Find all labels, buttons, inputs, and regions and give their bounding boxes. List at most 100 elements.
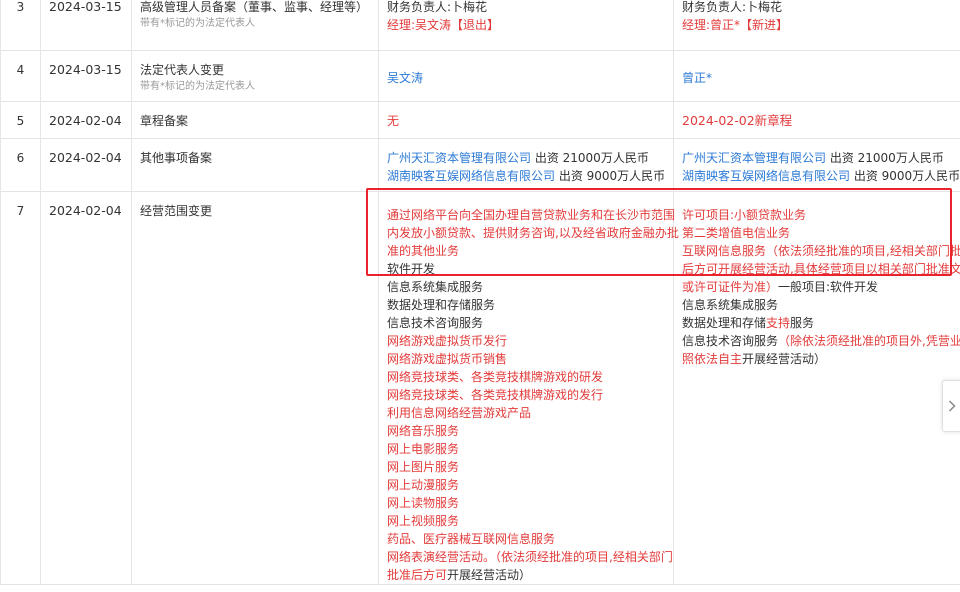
scope-line: 信息技术咨询服务: [387, 316, 484, 330]
row-number: 6: [0, 138, 41, 192]
scope-fragment: 信息技术咨询服务: [682, 334, 779, 348]
scope-line: 网络表演经营活动。（依法须经批准的项目,经相关部门: [387, 550, 673, 564]
change-date: 2024-03-15: [40, 0, 132, 51]
scope-line: 数据处理和存储支持服务: [682, 314, 952, 332]
company-link[interactable]: 湖南映客互娱网络信息有限公司: [682, 169, 850, 183]
scope-line: 网上图片服务: [387, 460, 460, 474]
scope-fragment: 支持: [766, 316, 791, 330]
scope-line: 准的其他业务: [387, 244, 460, 258]
investment-amount: 出资 9000万人民币: [555, 169, 666, 183]
next-page-button[interactable]: [942, 380, 960, 432]
scope-line: 网络音乐服务: [387, 424, 460, 438]
after-value: 2024-02-02新章程: [682, 113, 793, 128]
legal-rep-note: 带有*标记的为法定代表人: [140, 81, 255, 92]
change-date: 2024-03-15: [40, 50, 132, 102]
after-line: 经理:曾正*【新进】: [682, 18, 789, 32]
row-number: 5: [0, 101, 41, 139]
change-date: 2024-02-04: [40, 191, 132, 585]
scope-line: 后方可开展经营活动,具体经营项目以相关部门批准文件: [682, 262, 960, 276]
shareholder-entry: 广州天汇资本管理有限公司 出资 21000万人民币: [387, 149, 665, 167]
table-row: 3 2024-03-15 高级管理人员备案（董事、监事、经理等） 带有*标记的为…: [0, 0, 960, 51]
change-date: 2024-02-04: [40, 101, 132, 139]
before-change: 通过网络平台向全国办理自营贷款业务和在长沙市范围 内发放小额贷款、提供财务咨询,…: [378, 191, 679, 585]
after-change: 2024-02-02新章程: [673, 101, 960, 139]
scope-line: 利用信息网络经营游戏产品: [387, 406, 532, 420]
before-change: 财务负责人:卜梅花 经理:吴文涛【退出】: [378, 0, 674, 51]
investment-amount: 出资 21000万人民币: [826, 151, 944, 165]
person-link[interactable]: 吴文涛: [387, 69, 665, 87]
scope-line: 照依法自主开展经营活动）: [682, 350, 952, 368]
scope-line: 或许可证件为准）一般项目:软件开发: [682, 278, 952, 296]
change-item-title: 经营范围变更: [140, 204, 213, 218]
change-item-title: 法定代表人变更: [140, 63, 225, 77]
scope-line: 信息技术咨询服务（除依法须经批准的项目外,凭营业执: [682, 332, 960, 350]
row-number: 4: [0, 50, 41, 102]
before-value: 无: [387, 114, 400, 128]
scope-line: 信息系统集成服务: [682, 298, 779, 312]
table-row: 6 2024-02-04 其他事项备案 广州天汇资本管理有限公司 出资 2100…: [0, 138, 960, 192]
after-change: 广州天汇资本管理有限公司 出资 21000万人民币 湖南映客互娱网络信息有限公司…: [673, 138, 960, 192]
chevron-right-icon: [948, 400, 956, 412]
scope-line: 通过网络平台向全国办理自营贷款业务和在长沙市范围: [387, 208, 676, 222]
company-link[interactable]: 广州天汇资本管理有限公司: [387, 151, 531, 165]
scope-fragment: 数据处理和存储: [682, 316, 767, 330]
scope-line: 互联网信息服务（依法须经批准的项目,经相关部门批准: [682, 244, 960, 258]
scope-line: 网络竞技球类、各类竞技棋牌游戏的研发: [387, 370, 604, 384]
legal-rep-note: 带有*标记的为法定代表人: [140, 18, 255, 29]
before-change: 广州天汇资本管理有限公司 出资 21000万人民币 湖南映客互娱网络信息有限公司…: [378, 138, 674, 192]
scope-line: 网上电影服务: [387, 442, 460, 456]
company-link[interactable]: 广州天汇资本管理有限公司: [682, 151, 826, 165]
table-row: 4 2024-03-15 法定代表人变更 带有*标记的为法定代表人 吴文涛 曾正…: [0, 50, 960, 102]
scope-fragment: 一般项目:软件开发: [778, 280, 879, 294]
change-date: 2024-02-04: [40, 138, 132, 192]
scope-line: 网络游戏虚拟货币销售: [387, 352, 508, 366]
scope-line: 批准后方可开展经营活动）: [387, 566, 665, 584]
change-item: 法定代表人变更 带有*标记的为法定代表人: [131, 50, 379, 102]
shareholder-entry: 湖南映客互娱网络信息有限公司 出资 9000万人民币: [682, 167, 960, 185]
scope-fragment: （除依法须经批准的项目外,凭营业执: [778, 334, 960, 348]
before-line: 经理:吴文涛【退出】: [387, 18, 500, 32]
row-number: 7: [0, 191, 41, 585]
scope-line: 第二类增值电信业务: [682, 226, 791, 240]
scope-fragment: 开展经营活动）: [447, 568, 532, 582]
row-number: 3: [0, 0, 41, 51]
scope-line: 网上读物服务: [387, 496, 460, 510]
scope-line: 网络竞技球类、各类竞技棋牌游戏的发行: [387, 388, 604, 402]
change-item: 章程备案: [131, 101, 379, 139]
person-link[interactable]: 曾正*: [682, 69, 952, 87]
scope-line: 软件开发: [387, 262, 436, 276]
table-row: 5 2024-02-04 章程备案 无 2024-02-02新章程: [0, 101, 960, 139]
shareholder-entry: 湖南映客互娱网络信息有限公司 出资 9000万人民币: [387, 167, 665, 185]
investment-amount: 出资 9000万人民币: [850, 169, 960, 183]
investment-amount: 出资 21000万人民币: [531, 151, 649, 165]
scope-line: 数据处理和存储服务: [387, 298, 496, 312]
before-change: 吴文涛: [378, 50, 674, 102]
scope-line: 许可项目:小额贷款业务: [682, 208, 807, 222]
change-item: 其他事项备案: [131, 138, 379, 192]
after-change: 曾正*: [673, 50, 960, 102]
after-change: 许可项目:小额贷款业务 第二类增值电信业务 互联网信息服务（依法须经批准的项目,…: [673, 191, 960, 585]
after-change: 财务负责人:卜梅花 经理:曾正*【新进】: [673, 0, 960, 51]
scope-line: 内发放小额贷款、提供财务咨询,以及经省政府金融办批: [387, 226, 679, 240]
scope-line: 网上动漫服务: [387, 478, 460, 492]
scope-fragment: 或许可证件为准）: [682, 280, 779, 294]
change-record-table: 3 2024-03-15 高级管理人员备案（董事、监事、经理等） 带有*标记的为…: [0, 0, 960, 585]
before-change: 无: [378, 101, 674, 139]
before-line: 财务负责人:卜梅花: [387, 0, 488, 14]
scope-line: 药品、医疗器械互联网信息服务: [387, 532, 556, 546]
shareholder-entry: 广州天汇资本管理有限公司 出资 21000万人民币: [682, 149, 952, 167]
scope-fragment: 服务: [790, 316, 815, 330]
change-item: 高级管理人员备案（董事、监事、经理等） 带有*标记的为法定代表人: [131, 0, 379, 51]
scope-fragment: 开展经营活动）: [742, 352, 827, 366]
scope-fragment: 批准后方可: [387, 568, 448, 582]
change-item: 经营范围变更: [131, 191, 379, 585]
scope-line: 网络游戏虚拟货币发行: [387, 334, 508, 348]
scope-fragment: 照依法自主: [682, 352, 743, 366]
scope-line: 信息系统集成服务: [387, 280, 484, 294]
company-link[interactable]: 湖南映客互娱网络信息有限公司: [387, 169, 555, 183]
scope-line: 网上视频服务: [387, 514, 460, 528]
change-item-title: 章程备案: [140, 114, 189, 128]
table-row: 7 2024-02-04 经营范围变更 通过网络平台向全国办理自营贷款业务和在长…: [0, 191, 960, 585]
change-item-title: 其他事项备案: [140, 151, 213, 165]
after-line: 财务负责人:卜梅花: [682, 0, 783, 14]
